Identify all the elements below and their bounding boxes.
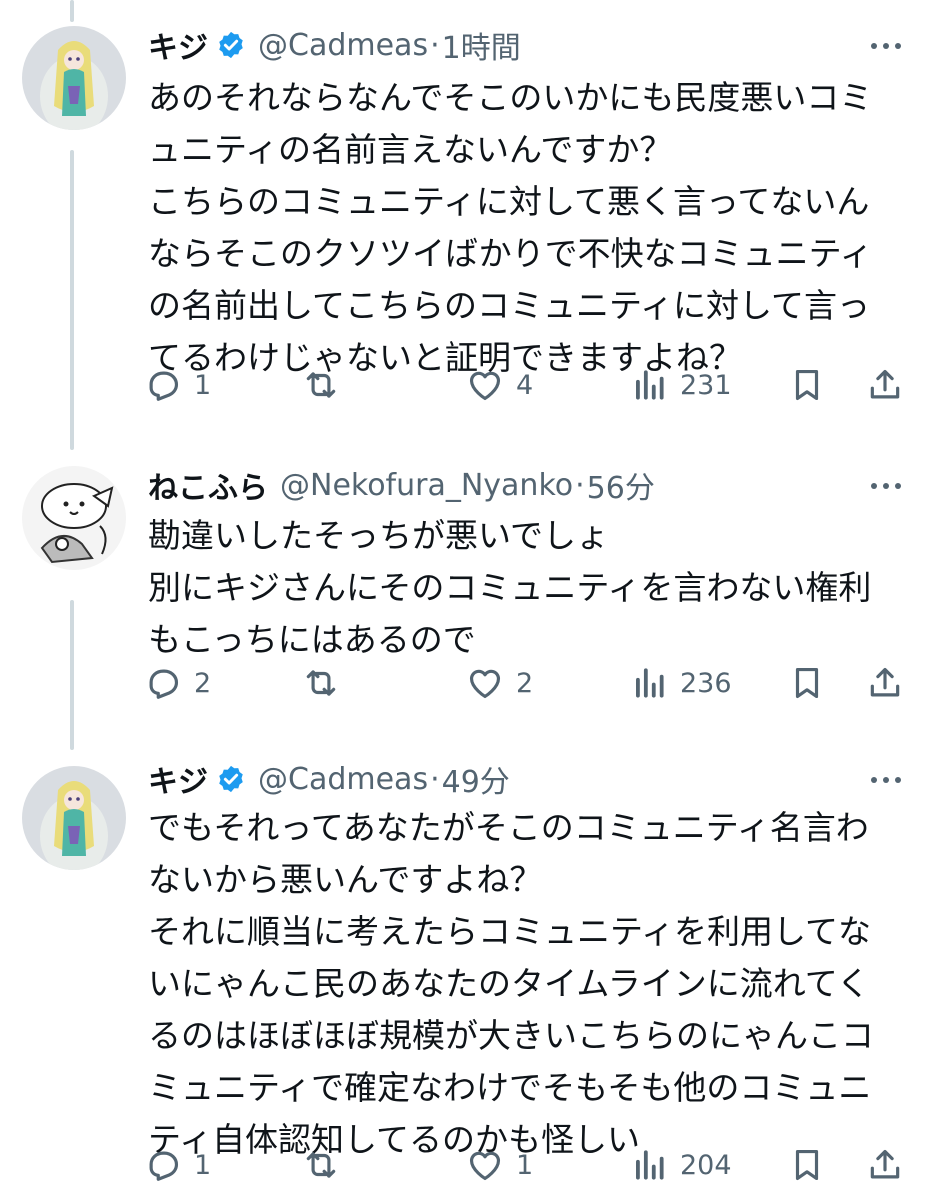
reply-icon [149,669,179,699]
tweet-header: ねこふら @Nekofura_Nyanko · 56分 [148,462,888,508]
separator-dot: · [575,467,585,503]
like-count: 2 [516,667,534,699]
views-button[interactable]: 204 [630,1140,732,1190]
tweet[interactable]: キジ @Cadmeas · 1時間 あのそれならなんでそこのいかにも民度悪いコミ… [0,0,928,440]
separator-dot: · [430,27,440,63]
tweet[interactable]: ねこふら @Nekofura_Nyanko · 56分 勘違いしたそっちが悪いで… [0,440,928,750]
action-bar: 1 4 231 [140,360,910,410]
retweet-button[interactable] [302,658,352,708]
text-line: あのそれならなんでそこのいかにも民度悪いコミ [148,78,873,117]
display-name[interactable]: ねこふら [148,463,268,507]
view-count: 204 [680,1149,732,1181]
text-line: ュニティの名前言えないんですか？ [148,130,673,169]
bookmark-button[interactable] [788,658,826,708]
text-line: ミュニティで確定なわけでそもそも他のコミュニ [148,1068,872,1107]
display-name[interactable]: キジ [148,23,208,67]
handle[interactable]: @Nekofura_Nyanko [280,468,573,503]
more-icon[interactable] [866,760,906,800]
tweet-header: キジ @Cadmeas · 49分 [148,756,888,802]
avatar[interactable] [22,26,126,130]
separator-dot: · [430,761,440,797]
reply-icon [149,371,179,401]
like-icon [469,1151,501,1181]
text-line: いにゃんこ民のあなたのタイムラインに流れてく [148,964,870,1003]
text-line: 別にキジさんにそのコミュニティを言わない権利 [148,568,872,607]
text-line: ないから悪いんですよね？ [148,860,543,899]
retweet-icon [306,372,336,398]
share-icon [870,369,900,399]
tweet-text: あのそれならなんでそこのいかにも民度悪いコミ ュニティの名前言えないんですか？ … [148,72,888,384]
views-button[interactable]: 231 [630,360,732,410]
reply-count: 1 [194,1149,212,1181]
action-bar: 2 2 236 [140,658,910,708]
text-line: るのはほぼほぼ規模が大きいこちらのにゃんこコ [148,1016,874,1055]
text-line: の名前出してこちらのコミュニティに対して言っ [148,286,871,325]
retweet-icon [306,670,336,696]
timestamp[interactable]: 49分 [442,757,510,801]
like-icon [469,669,501,699]
tweet-text: 勘違いしたそっちが悪いでしょ 別にキジさんにそのコミュニティを言わない権利 もこ… [148,510,888,666]
reply-button[interactable]: 1 [144,1140,211,1190]
handle[interactable]: @Cadmeas [258,762,428,797]
bookmark-button[interactable] [788,1140,826,1190]
timestamp[interactable]: 56分 [587,463,655,507]
like-button[interactable]: 1 [466,1140,533,1190]
reply-icon [149,1151,179,1181]
reply-button[interactable]: 1 [144,360,211,410]
bookmark-icon [795,369,819,401]
share-button[interactable] [866,658,904,708]
views-icon [636,370,664,400]
bookmark-icon [795,667,819,699]
tweet[interactable]: キジ @Cadmeas · 49分 でもそれってあなたがそこのコミュニティ名言わ… [0,740,928,1200]
avatar[interactable] [22,466,126,570]
like-icon [469,371,501,401]
view-count: 231 [680,369,732,401]
text-line: ならそこのクソツイばかりで不快なコミュニティ [148,234,873,273]
timestamp[interactable]: 1時間 [442,23,521,67]
views-button[interactable]: 236 [630,658,732,708]
verified-badge-icon [216,764,246,794]
handle[interactable]: @Cadmeas [258,28,428,63]
share-icon [870,667,900,697]
more-icon[interactable] [866,26,906,66]
text-line: それに順当に考えたらコミュニティを利用してな [148,912,872,951]
view-count: 236 [680,667,732,699]
text-line: こちらのコミュニティに対して悪く言ってないん [148,182,870,221]
verified-badge-icon [216,30,246,60]
retweet-icon [306,1152,336,1178]
share-button[interactable] [866,1140,904,1190]
like-button[interactable]: 2 [466,658,533,708]
share-icon [870,1149,900,1179]
like-count: 4 [516,369,534,401]
share-button[interactable] [866,360,904,410]
reply-count: 2 [194,667,212,699]
reply-button[interactable]: 2 [144,658,211,708]
like-button[interactable]: 4 [466,360,533,410]
text-line: 勘違いしたそっちが悪いでしょ [148,516,610,555]
retweet-button[interactable] [302,1140,352,1190]
action-bar: 1 1 204 [140,1140,910,1190]
display-name[interactable]: キジ [148,757,208,801]
tweet-text: でもそれってあなたがそこのコミュニティ名言わ ないから悪いんですよね？ それに順… [148,802,888,1166]
more-icon[interactable] [866,466,906,506]
views-icon [636,668,664,698]
bookmark-icon [795,1149,819,1181]
reply-count: 1 [194,369,212,401]
like-count: 1 [516,1149,534,1181]
views-icon [636,1150,664,1180]
retweet-button[interactable] [302,360,352,410]
bookmark-button[interactable] [788,360,826,410]
avatar[interactable] [22,766,126,870]
text-line: でもそれってあなたがそこのコミュニティ名言わ [148,808,869,847]
tweet-header: キジ @Cadmeas · 1時間 [148,22,888,68]
